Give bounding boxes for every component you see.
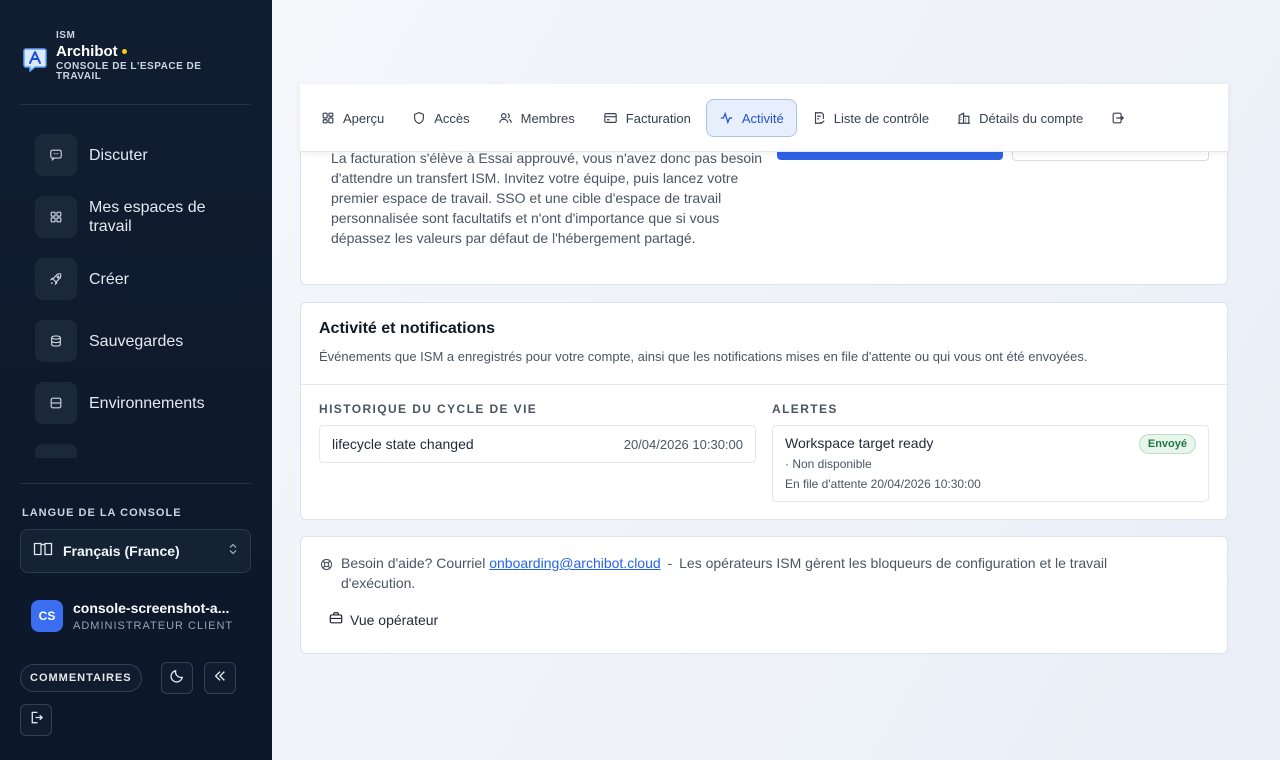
chevrons-left-icon bbox=[213, 669, 227, 688]
help-text: Besoin d'aide? Courriel onboarding@archi… bbox=[320, 553, 1180, 593]
sidebar-item-discuter[interactable]: Discuter bbox=[20, 124, 251, 186]
building-icon bbox=[957, 112, 971, 124]
sidebar-item-label: Mes espaces de travail bbox=[89, 199, 206, 235]
status-dot-icon bbox=[121, 49, 127, 54]
brand-name: Archibot bbox=[56, 43, 216, 60]
brand-org: ISM bbox=[56, 30, 76, 41]
sidebar-item-backups[interactable]: Sauvegardes bbox=[20, 310, 251, 372]
collapse-sidebar-button[interactable] bbox=[204, 662, 236, 694]
logout-button[interactable] bbox=[20, 704, 52, 736]
more-icon bbox=[35, 444, 77, 458]
lifecycle-event-title: lifecycle state changed bbox=[332, 436, 474, 452]
checklist-icon bbox=[814, 112, 825, 125]
language-label: LANGUE DE LA CONSOLE bbox=[22, 507, 182, 519]
account-tabs: Aperçu Accès Membres Facturation Activit… bbox=[300, 84, 1228, 152]
export-icon bbox=[1112, 112, 1125, 124]
sidebar-item-label: Créer bbox=[89, 270, 130, 288]
sidebar-item-label: Environnements bbox=[89, 394, 205, 412]
help-email-link[interactable]: onboarding@archibot.cloud bbox=[489, 555, 660, 571]
onboarding-text: La facturation s'élève à Essai approuvé,… bbox=[331, 150, 763, 246]
sidebar-item-label: Discuter bbox=[89, 146, 148, 164]
alert-queued: En file d'attente 20/04/2026 10:30:00 bbox=[785, 477, 981, 491]
avatar: CS bbox=[31, 600, 63, 632]
operator-view-label: Vue opérateur bbox=[350, 611, 439, 628]
lifecycle-heading: HISTORIQUE DU CYCLE DE VIE bbox=[319, 402, 538, 416]
tab-facturation[interactable]: Facturation bbox=[590, 99, 704, 137]
sidebar-divider bbox=[20, 104, 251, 105]
briefcase-icon bbox=[329, 611, 343, 628]
sidebar-item-more[interactable] bbox=[20, 434, 251, 458]
sidebar-item-create[interactable]: Créer bbox=[20, 248, 251, 310]
shield-icon bbox=[414, 111, 425, 125]
lifebuoy-icon bbox=[320, 556, 333, 593]
sidebar-item-workspaces[interactable]: Mes espaces de travail bbox=[20, 186, 251, 248]
list-item: Workspace target ready · Non disponible … bbox=[772, 425, 1209, 502]
sidebar-nav: Discuter Mes espaces de travail Créer Sa… bbox=[20, 124, 251, 458]
tab-membres[interactable]: Membres bbox=[485, 99, 588, 137]
chat-icon bbox=[35, 134, 77, 176]
brand[interactable]: ISM Archibot CONSOLE DE L'ESPACE DE TRAV… bbox=[22, 30, 216, 82]
tab-details-du-compte[interactable]: Détails du compte bbox=[944, 99, 1096, 137]
user-role: ADMINISTRATEUR CLIENT bbox=[73, 620, 234, 632]
tab-label: Aperçu bbox=[343, 110, 385, 126]
archibot-logo-icon bbox=[22, 46, 48, 72]
alert-meta: · Non disponible bbox=[785, 457, 872, 471]
help-prefix: Besoin d'aide? Courriel bbox=[341, 555, 486, 571]
sidebar: ISM Archibot CONSOLE DE L'ESPACE DE TRAV… bbox=[0, 0, 272, 760]
operator-view-button[interactable]: Vue opérateur bbox=[329, 611, 438, 628]
tab-label: Activité bbox=[741, 110, 784, 126]
help-separator: - bbox=[667, 555, 673, 571]
user-profile[interactable]: CS console-screenshot-a... ADMINISTRATEU… bbox=[31, 600, 238, 632]
moon-icon bbox=[169, 668, 185, 688]
tab-label: Accès bbox=[434, 110, 470, 126]
user-name: console-screenshot-a... bbox=[73, 600, 230, 616]
tab-overflow[interactable] bbox=[1098, 99, 1138, 137]
tab-activite[interactable]: Activité bbox=[705, 99, 797, 137]
book-icon bbox=[33, 541, 53, 562]
credit-card-icon bbox=[604, 113, 617, 123]
status-badge: Envoyé bbox=[1138, 434, 1196, 454]
rocket-icon bbox=[35, 258, 77, 300]
tab-liste-de-controle[interactable]: Liste de contrôle bbox=[799, 99, 942, 137]
language-select[interactable]: Français (France) bbox=[20, 529, 251, 573]
users-icon bbox=[498, 113, 512, 123]
language-value: Français (France) bbox=[63, 543, 180, 559]
list-item: lifecycle state changed 20/04/2026 10:30… bbox=[319, 425, 756, 463]
database-icon bbox=[35, 320, 77, 362]
sidebar-item-label: Sauvegardes bbox=[89, 332, 184, 350]
tab-label: Facturation bbox=[625, 110, 691, 126]
activity-icon bbox=[720, 111, 733, 125]
lifecycle-event-date: 20/04/2026 10:30:00 bbox=[623, 436, 743, 452]
dark-mode-toggle[interactable] bbox=[161, 662, 193, 694]
sidebar-item-environments[interactable]: Environnements bbox=[20, 372, 251, 434]
alerts-heading: ALERTES bbox=[772, 402, 838, 416]
tab-apercu[interactable]: Aperçu bbox=[308, 99, 397, 137]
chevron-up-down-icon bbox=[228, 542, 238, 560]
activity-description: Événements que ISM a enregistrés pour vo… bbox=[319, 349, 1088, 364]
grid-icon bbox=[322, 112, 334, 124]
feedback-button[interactable]: COMMENTAIRES bbox=[20, 664, 142, 692]
sidebar-divider bbox=[20, 483, 251, 484]
brand-subtitle: CONSOLE DE L'ESPACE DE TRAVAIL bbox=[56, 61, 202, 82]
tab-label: Membres bbox=[520, 110, 575, 126]
grid-icon bbox=[35, 196, 77, 238]
server-icon bbox=[35, 382, 77, 424]
activity-divider bbox=[301, 384, 1227, 385]
tab-acces[interactable]: Accès bbox=[399, 99, 482, 137]
logout-icon bbox=[29, 710, 44, 730]
tab-label: Détails du compte bbox=[979, 110, 1084, 126]
alert-title: Workspace target ready bbox=[785, 435, 934, 451]
tab-label: Liste de contrôle bbox=[833, 110, 930, 126]
activity-title: Activité et notifications bbox=[319, 320, 496, 337]
